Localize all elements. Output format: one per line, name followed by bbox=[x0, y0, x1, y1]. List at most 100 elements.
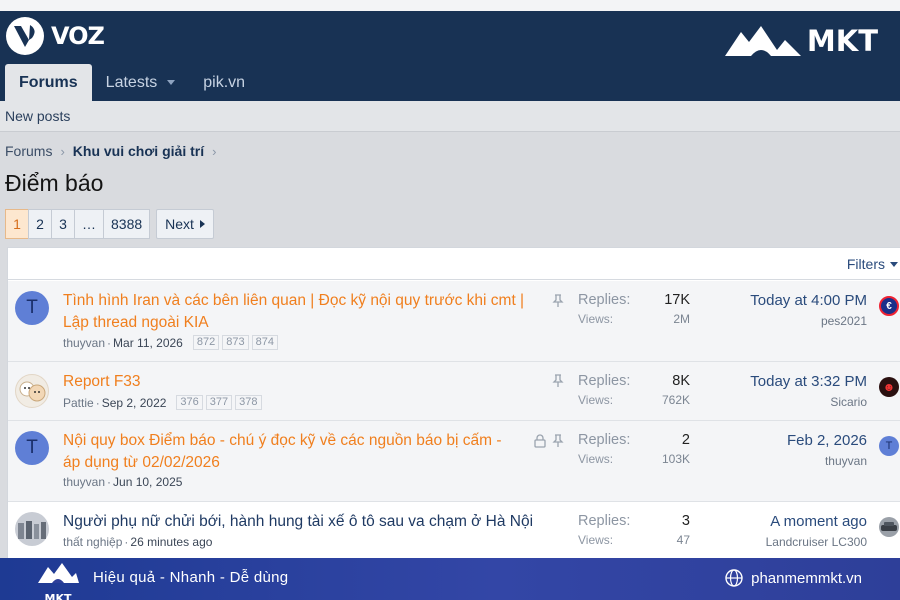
thread-author[interactable]: thuyvan bbox=[63, 336, 105, 350]
breadcrumb: Forums › Khu vui chơi giải trí › bbox=[5, 143, 216, 159]
last-post-user[interactable]: Sicario bbox=[750, 395, 867, 409]
views-count: 47 bbox=[676, 533, 690, 547]
views-label: Views: bbox=[578, 452, 614, 466]
thread-meta: thuyvan · Jun 10, 2025 bbox=[63, 475, 182, 489]
replies-count: 2 bbox=[681, 432, 690, 448]
views-label: Views: bbox=[578, 312, 614, 326]
last-poster-avatar[interactable]: T bbox=[879, 436, 899, 456]
meta-dot: · bbox=[107, 335, 112, 350]
thread-date[interactable]: 26 minutes ago bbox=[130, 535, 212, 549]
tab-pik[interactable]: pik.vn bbox=[189, 64, 259, 101]
thread-title[interactable]: Nội quy box Điểm báo - chú ý đọc kỹ về c… bbox=[63, 430, 523, 474]
thread-stats: Replies: 8K Views: 762K bbox=[578, 373, 690, 407]
last-post: Today at 4:00 PM pes2021 bbox=[750, 292, 867, 328]
last-post-time[interactable]: Feb 2, 2026 bbox=[787, 432, 867, 449]
views-count: 103K bbox=[661, 452, 690, 466]
views-count: 2M bbox=[673, 312, 690, 326]
avatar-letter: T bbox=[26, 437, 38, 458]
filters-button[interactable]: Filters bbox=[847, 256, 898, 272]
group-photo-avatar-icon bbox=[18, 521, 46, 539]
thread-date[interactable]: Sep 2, 2022 bbox=[102, 396, 167, 410]
last-poster-avatar[interactable] bbox=[879, 517, 899, 537]
mini-page-link[interactable]: 377 bbox=[205, 395, 233, 410]
thread-date[interactable]: Mar 11, 2026 bbox=[113, 336, 183, 350]
views-count: 762K bbox=[661, 393, 690, 407]
last-post-user[interactable]: pes2021 bbox=[750, 314, 867, 328]
thread-author[interactable]: Pattie bbox=[63, 396, 94, 410]
last-post-time[interactable]: Today at 4:00 PM bbox=[750, 292, 867, 309]
lock-icon bbox=[534, 434, 546, 448]
thread-title[interactable]: Tình hình Iran và các bên liên quan | Đọ… bbox=[63, 290, 543, 334]
next-page-button[interactable]: Next bbox=[156, 209, 214, 239]
mini-page-link[interactable]: 376 bbox=[176, 395, 203, 410]
chevron-down-icon[interactable] bbox=[167, 80, 176, 85]
page-title: Điểm báo bbox=[5, 170, 104, 196]
last-post-user[interactable]: Landcruiser LC300 bbox=[766, 535, 867, 549]
views-label: Views: bbox=[578, 393, 614, 407]
main-nav-tabs: Forums Latests pik.vn bbox=[5, 64, 259, 101]
page-2-button[interactable]: 2 bbox=[28, 209, 52, 239]
avatar[interactable]: T bbox=[15, 291, 49, 325]
avatar-glyph: ☻ bbox=[882, 380, 896, 394]
filters-label: Filters bbox=[846, 256, 885, 272]
tab-latests[interactable]: Latests bbox=[92, 64, 190, 101]
globe-icon bbox=[725, 569, 743, 587]
page-1-button[interactable]: 1 bbox=[5, 209, 29, 239]
tab-pik-label: pik.vn bbox=[203, 73, 246, 91]
site-name: VOZ bbox=[51, 22, 105, 50]
thread-stats: Replies: 3 Views: 47 bbox=[578, 513, 690, 547]
thread-meta: thuyvan · Mar 11, 2026 872 873 874 bbox=[63, 335, 278, 350]
mini-page-link[interactable]: 873 bbox=[222, 335, 249, 350]
mini-page-link[interactable]: 378 bbox=[235, 395, 262, 410]
last-post: A moment ago Landcruiser LC300 bbox=[766, 513, 867, 549]
new-posts-link[interactable]: New posts bbox=[5, 108, 70, 124]
thread-author[interactable]: thuyvan bbox=[63, 475, 105, 489]
voz-logo-icon bbox=[6, 17, 44, 55]
footer-website-link[interactable]: phanmemmkt.vn bbox=[725, 569, 862, 587]
thread-list: Filters T Tình hình Iran và các bên liên… bbox=[7, 247, 900, 559]
breadcrumb-forums[interactable]: Forums bbox=[5, 143, 52, 159]
thread-stats: Replies: 17K Views: 2M bbox=[578, 292, 690, 326]
tab-forums[interactable]: Forums bbox=[5, 64, 92, 101]
site-logo[interactable]: VOZ bbox=[5, 16, 105, 56]
top-strip bbox=[0, 0, 900, 11]
last-post-time[interactable]: Today at 3:32 PM bbox=[750, 373, 867, 390]
page-3-button[interactable]: 3 bbox=[51, 209, 75, 239]
sub-navigation: New posts bbox=[0, 101, 900, 132]
page-jump-button[interactable]: … bbox=[74, 209, 104, 239]
last-page-button[interactable]: 8388 bbox=[103, 209, 151, 239]
thread-author[interactable]: thất nghiệp bbox=[63, 535, 122, 549]
thread-meta: thất nghiệp · 26 minutes ago bbox=[63, 535, 212, 549]
meta-dot: · bbox=[124, 535, 129, 549]
thread-row: T Nội quy box Điểm báo - chú ý đọc kỹ về… bbox=[8, 421, 900, 502]
mkt-mountain-icon bbox=[724, 26, 801, 56]
next-label: Next bbox=[165, 216, 194, 232]
replies-label: Replies: bbox=[578, 292, 631, 308]
thread-title[interactable]: Report F33 bbox=[63, 371, 543, 393]
last-post-user[interactable]: thuyvan bbox=[787, 454, 867, 468]
avatar[interactable] bbox=[15, 512, 49, 546]
avatar[interactable]: T bbox=[15, 431, 49, 465]
thread-title[interactable]: Người phụ nữ chửi bới, hành hung tài xế … bbox=[63, 511, 543, 533]
main-content: Forums › Khu vui chơi giải trí › Điểm bá… bbox=[0, 132, 900, 559]
mini-pagination: 376 377 378 bbox=[176, 395, 262, 410]
meta-dot: · bbox=[95, 395, 100, 410]
last-poster-avatar[interactable]: € bbox=[879, 296, 899, 316]
breadcrumb-category[interactable]: Khu vui chơi giải trí bbox=[73, 143, 204, 159]
pin-icon bbox=[552, 374, 564, 387]
last-poster-avatar[interactable]: ☻ bbox=[879, 377, 899, 397]
thread-date[interactable]: Jun 10, 2025 bbox=[113, 475, 182, 489]
mkt-watermark: MKT bbox=[723, 24, 878, 58]
views-label: Views: bbox=[578, 533, 614, 547]
last-post-time[interactable]: A moment ago bbox=[766, 513, 867, 530]
pin-icon bbox=[552, 294, 564, 307]
pagination: 1 2 3 … 8388 Next bbox=[5, 209, 214, 239]
replies-count: 17K bbox=[664, 292, 690, 308]
avatar[interactable] bbox=[15, 374, 49, 408]
mini-page-link[interactable]: 874 bbox=[251, 335, 278, 350]
thread-meta: Pattie · Sep 2, 2022 376 377 378 bbox=[63, 395, 262, 410]
thread-row: T Tình hình Iran và các bên liên quan | … bbox=[8, 281, 900, 362]
mini-page-link[interactable]: 872 bbox=[192, 335, 220, 350]
footer-slogan: Hiệu quả - Nhanh - Dễ dùng bbox=[93, 569, 289, 586]
last-post: Feb 2, 2026 thuyvan bbox=[787, 432, 867, 468]
